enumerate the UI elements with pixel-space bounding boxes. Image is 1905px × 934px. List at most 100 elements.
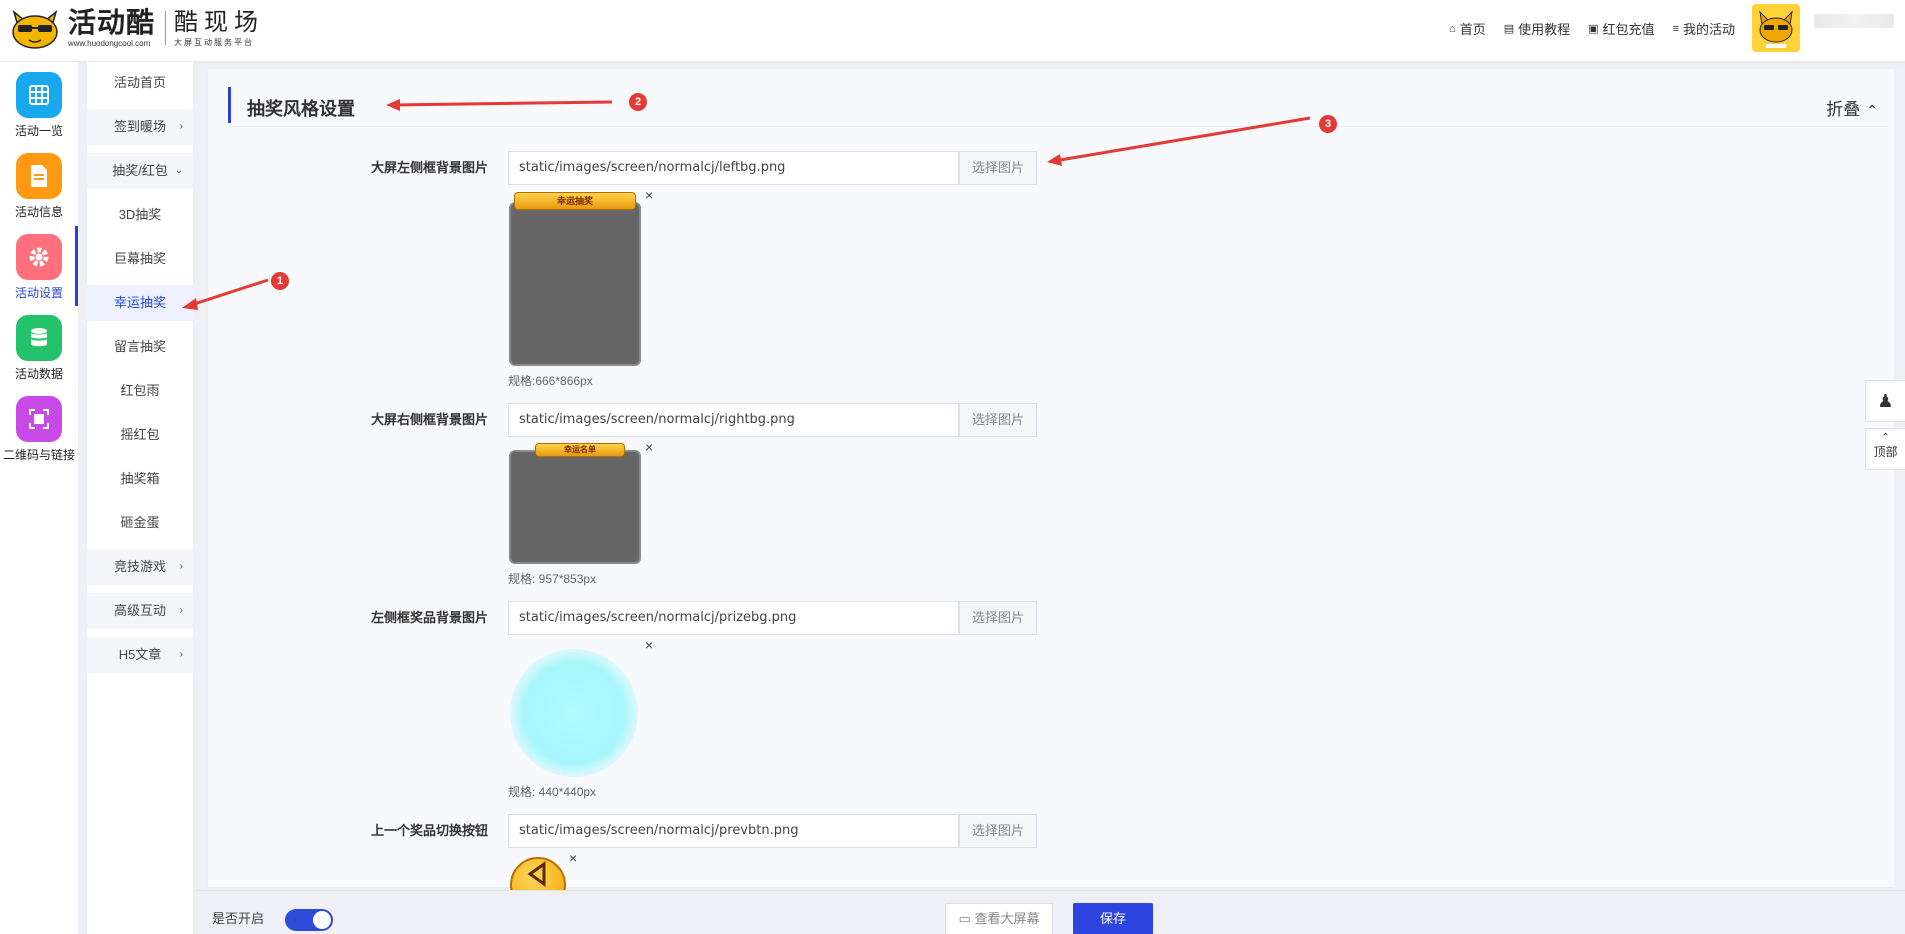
view-big-screen-label: 查看大屏幕 bbox=[974, 911, 1040, 926]
chevron-right-icon: › bbox=[179, 121, 183, 132]
close-icon[interactable]: × bbox=[645, 637, 653, 653]
username-placeholder[interactable] bbox=[1814, 14, 1894, 28]
main-content: 抽奖风格设置 折叠 ⌃ 大屏左侧框背景图片 static/images/scree… bbox=[207, 68, 1895, 913]
subnav-item-golden-egg[interactable]: 砸金蛋 bbox=[87, 505, 193, 541]
rail-label: 活动数据 bbox=[14, 367, 63, 381]
chevron-right-icon: › bbox=[179, 605, 183, 616]
list-icon: ≡ bbox=[1672, 22, 1679, 35]
subnav-label: 3D抽奖 bbox=[118, 207, 162, 222]
chevron-right-icon: › bbox=[179, 561, 183, 572]
subnav-item-giant-lottery[interactable]: 巨幕抽奖 bbox=[87, 241, 193, 277]
nav-recharge-label: 红包充值 bbox=[1602, 22, 1655, 37]
subnav-label: 砸金蛋 bbox=[120, 515, 160, 530]
subnav-item-lottery-box[interactable]: 抽奖箱 bbox=[87, 461, 193, 497]
subnav-item-checkin[interactable]: 签到暖场 › bbox=[87, 109, 193, 145]
subnav-label: 高级互动 bbox=[113, 603, 166, 618]
subnav-label: 抽奖/红包 bbox=[112, 163, 168, 178]
field-label-prize-bg: 左侧框奖品背景图片 bbox=[370, 610, 488, 625]
nav-my-activities[interactable]: ≡ 我的活动 bbox=[1673, 19, 1735, 38]
rail-label: 活动一览 bbox=[14, 124, 63, 138]
rail-item-info[interactable]: 活动信息 bbox=[0, 143, 78, 223]
subnav-item-lottery[interactable]: 抽奖/红包 ⌄ bbox=[87, 153, 193, 189]
close-icon[interactable]: × bbox=[645, 187, 653, 203]
field-label-right-bg: 大屏右侧框背景图片 bbox=[370, 412, 488, 427]
rail-item-data[interactable]: 活动数据 bbox=[0, 305, 78, 385]
subnav-item-home[interactable]: 活动首页 bbox=[87, 65, 193, 101]
subnav-label: 活动首页 bbox=[113, 75, 166, 90]
logo-divider bbox=[165, 11, 167, 45]
right-bg-input[interactable]: static/images/screen/normalcj/rightbg.pn… bbox=[508, 403, 959, 437]
top-nav: ⌂ 首页 ▤ 使用教程 ▣ 红包充值 ≡ 我的活动 bbox=[1449, 19, 1735, 38]
subnav-item-3d-lottery[interactable]: 3D抽奖 bbox=[87, 197, 193, 233]
subnav-label: H5文章 bbox=[118, 647, 162, 662]
subnav-label: 幸运抽奖 bbox=[113, 295, 166, 310]
rail-label: 活动设置 bbox=[14, 286, 63, 300]
fold-button[interactable]: 折叠 ⌃ bbox=[1826, 95, 1878, 120]
monitor-icon: ▭ bbox=[958, 911, 971, 926]
section-accent-bar bbox=[228, 87, 231, 123]
qq-service-button[interactable]: ♟ bbox=[1865, 380, 1905, 422]
lucky-list-ribbon: 幸运名单 bbox=[535, 443, 625, 457]
spec-right-bg: 规格: 957*853px bbox=[508, 572, 597, 586]
arrow-up-icon: ⌃ bbox=[1881, 432, 1890, 443]
fold-label: 折叠 bbox=[1826, 100, 1861, 119]
logo-url: www.huodongcool.com bbox=[68, 39, 151, 48]
logo[interactable]: 活动酷 www.huodongcool.com 酷现场 大屏互动服务平台 bbox=[8, 6, 264, 50]
prize-glow-preview bbox=[510, 649, 638, 777]
footer-bar: 是否开启 ▭ 查看大屏幕 保存 bbox=[195, 890, 1905, 934]
left-bg-input[interactable]: static/images/screen/normalcj/leftbg.png bbox=[508, 151, 959, 185]
field-label-prev-btn: 上一个奖品切换按钮 bbox=[370, 823, 488, 838]
spec-prize-bg: 规格: 440*440px bbox=[508, 785, 597, 799]
choose-image-button[interactable]: 选择图片 bbox=[959, 403, 1037, 437]
book-icon: ▤ bbox=[1503, 23, 1515, 35]
subnav-item-h5-article[interactable]: H5文章 › bbox=[87, 637, 193, 673]
nav-tutorial[interactable]: ▤ 使用教程 bbox=[1504, 19, 1570, 38]
left-frame-preview bbox=[509, 202, 641, 366]
close-icon[interactable]: × bbox=[645, 439, 653, 455]
logo-title: 活动酷 bbox=[68, 7, 156, 38]
enable-toggle[interactable] bbox=[285, 909, 333, 931]
lucky-draw-ribbon: 幸运抽奖 bbox=[514, 192, 636, 210]
rail-item-settings[interactable]: 活动设置 bbox=[0, 224, 78, 304]
subnav-item-red-packet-rain[interactable]: 红包雨 bbox=[87, 373, 193, 409]
subnav-label: 签到暖场 bbox=[113, 119, 166, 134]
prev-btn-input[interactable]: static/images/screen/normalcj/prevbtn.pn… bbox=[508, 814, 959, 848]
subnav-item-advanced[interactable]: 高级互动 › bbox=[87, 593, 193, 629]
avatar[interactable] bbox=[1752, 4, 1800, 52]
annotation-badge-1: 1 bbox=[271, 272, 289, 290]
choose-image-button[interactable]: 选择图片 bbox=[959, 151, 1037, 185]
subnav-label: 留言抽奖 bbox=[113, 339, 166, 354]
field-label-left-bg: 大屏左侧框背景图片 bbox=[370, 160, 488, 175]
nav-recharge[interactable]: ▣ 红包充值 bbox=[1588, 19, 1654, 38]
gear-icon bbox=[16, 234, 62, 280]
home-icon: ⌂ bbox=[1449, 22, 1456, 35]
choose-image-button[interactable]: 选择图片 bbox=[959, 814, 1037, 848]
subnav-item-lucky-lottery[interactable]: 幸运抽奖 bbox=[87, 285, 193, 321]
nav-tutorial-label: 使用教程 bbox=[1518, 22, 1571, 37]
nav-home-label: 首页 bbox=[1459, 22, 1486, 37]
save-button[interactable]: 保存 bbox=[1073, 903, 1153, 934]
qq-icon: ♟ bbox=[1877, 391, 1894, 411]
chevrons-up-icon: ⌃ bbox=[1866, 102, 1878, 118]
mascot-logo-icon bbox=[8, 6, 62, 50]
prize-bg-input[interactable]: static/images/screen/normalcj/prizebg.pn… bbox=[508, 601, 959, 635]
subnav-label: 摇红包 bbox=[120, 427, 160, 442]
subnav-item-message-lottery[interactable]: 留言抽奖 bbox=[87, 329, 193, 365]
subnav-item-shake-red-packet[interactable]: 摇红包 bbox=[87, 417, 193, 453]
icon-rail: 活动一览 活动信息 活动设置 活动数据 二维码与链接 bbox=[0, 62, 78, 934]
close-icon[interactable]: × bbox=[569, 850, 577, 866]
database-icon bbox=[16, 315, 62, 361]
view-big-screen-button[interactable]: ▭ 查看大屏幕 bbox=[945, 903, 1053, 934]
section-header: 抽奖风格设置 折叠 ⌃ bbox=[228, 85, 1888, 127]
chevron-down-icon: ⌄ bbox=[174, 165, 183, 176]
subnav-label: 竞技游戏 bbox=[113, 559, 166, 574]
subnav-item-games[interactable]: 竞技游戏 › bbox=[87, 549, 193, 585]
document-icon bbox=[16, 153, 62, 199]
choose-image-button[interactable]: 选择图片 bbox=[959, 601, 1037, 635]
back-to-top-button[interactable]: ⌃ 顶部 bbox=[1865, 428, 1905, 470]
subnav-label: 抽奖箱 bbox=[120, 471, 160, 486]
nav-home[interactable]: ⌂ 首页 bbox=[1449, 19, 1486, 38]
rail-item-overview[interactable]: 活动一览 bbox=[0, 62, 78, 142]
rail-item-qrcode[interactable]: 二维码与链接 bbox=[0, 386, 78, 466]
wallet-icon: ▣ bbox=[1588, 23, 1599, 35]
